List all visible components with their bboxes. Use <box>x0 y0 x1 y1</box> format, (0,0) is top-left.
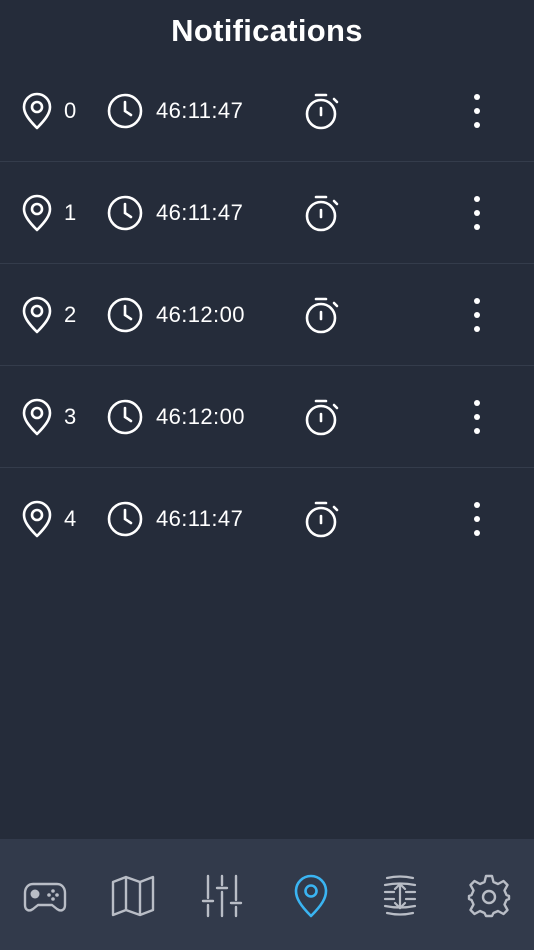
stopwatch-icon[interactable] <box>303 91 341 131</box>
gamepad-icon <box>23 882 67 912</box>
tab-bar <box>0 839 534 950</box>
sliders-icon <box>201 874 243 918</box>
more-options-icon[interactable] <box>466 93 488 129</box>
notification-time: 46:11:47 <box>156 506 244 531</box>
notification-row[interactable]: 4 46:11:47 <box>0 468 534 570</box>
notification-index: 3 <box>64 403 77 429</box>
header: Notifications <box>0 0 534 62</box>
notification-index: 0 <box>64 97 77 123</box>
notification-row[interactable]: 0 46:11:47 <box>0 60 534 162</box>
clock-icon <box>107 399 143 434</box>
notification-list: 0 46:11:47 1 46:11:47 2 46:12:00 3 46:12… <box>0 60 534 570</box>
clock-icon <box>107 297 143 332</box>
notification-row[interactable]: 1 46:11:47 <box>0 162 534 264</box>
notification-time: 46:12:00 <box>156 403 245 429</box>
location-pin-icon <box>22 92 52 129</box>
location-pin-icon <box>22 296 52 333</box>
stopwatch-icon[interactable] <box>303 295 341 335</box>
location-pin-icon <box>22 500 52 538</box>
more-options-icon[interactable] <box>466 501 488 537</box>
notification-time: 46:11:47 <box>156 97 244 123</box>
more-options-icon[interactable] <box>466 195 488 231</box>
altitude-icon <box>383 875 417 916</box>
tab-altitude[interactable] <box>377 873 423 919</box>
page-title: Notifications <box>171 13 363 48</box>
notification-index: 2 <box>64 301 77 327</box>
more-options-icon[interactable] <box>466 399 488 435</box>
gear-icon <box>467 874 511 918</box>
tab-map[interactable] <box>110 873 156 919</box>
stopwatch-icon[interactable] <box>303 499 341 539</box>
tab-controller[interactable] <box>22 873 68 919</box>
tab-settings[interactable] <box>466 873 512 919</box>
notification-index: 4 <box>64 506 77 531</box>
location-pin-icon <box>22 194 52 231</box>
location-pin-icon <box>294 874 328 918</box>
notification-index: 1 <box>64 199 77 225</box>
map-icon <box>111 875 155 917</box>
notification-row[interactable]: 2 46:12:00 <box>0 264 534 366</box>
notification-time: 46:11:47 <box>156 199 244 225</box>
tab-locations[interactable] <box>288 873 334 919</box>
notification-row[interactable]: 3 46:12:00 <box>0 366 534 468</box>
clock-icon <box>107 195 143 230</box>
notification-time: 46:12:00 <box>156 301 245 327</box>
clock-icon <box>107 501 143 537</box>
location-pin-icon <box>22 398 52 435</box>
stopwatch-icon[interactable] <box>303 193 341 233</box>
more-options-icon[interactable] <box>466 297 488 333</box>
stopwatch-icon[interactable] <box>303 397 341 437</box>
clock-icon <box>107 93 143 128</box>
tab-settings-sliders[interactable] <box>199 873 245 919</box>
